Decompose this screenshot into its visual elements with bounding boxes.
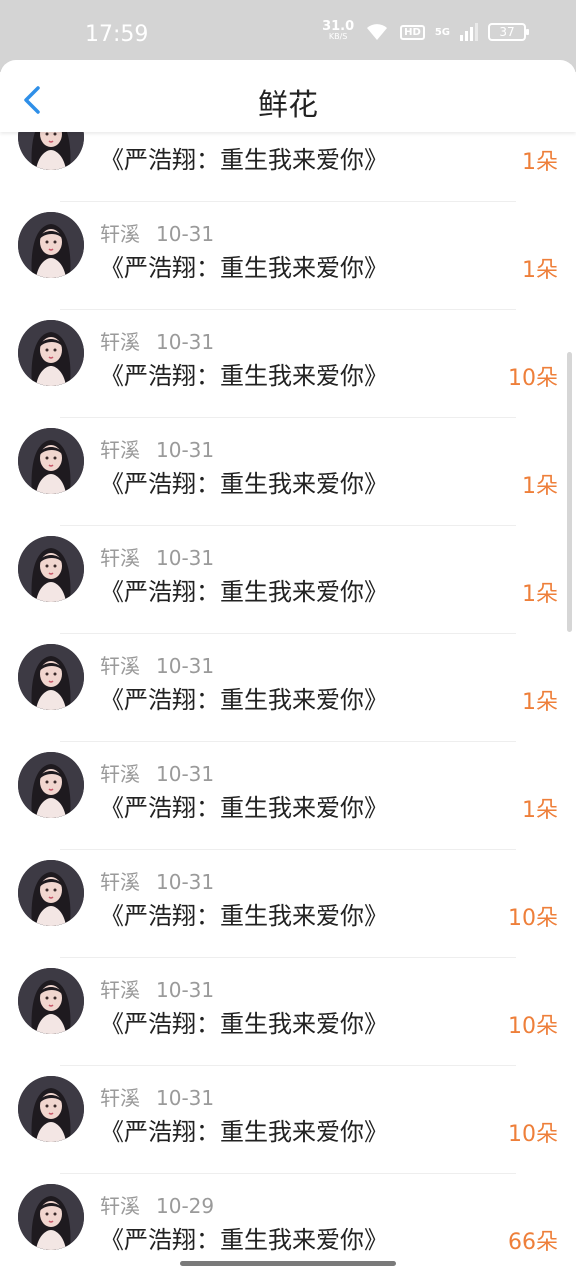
list-item[interactable]: 轩溪 10-31 《严浩翔：重生我来爱你》 1朵 — [0, 418, 576, 526]
sender-meta: 轩溪 10-31 — [100, 542, 214, 571]
flower-count: 1朵 — [522, 798, 558, 823]
avatar[interactable] — [18, 536, 84, 602]
home-indicator[interactable] — [180, 1261, 396, 1266]
sender-name: 轩溪 — [100, 438, 140, 462]
list-item[interactable]: 轩溪 10-31 《严浩翔：重生我来爱你》 1朵 — [0, 634, 576, 742]
sender-meta: 轩溪 10-31 — [100, 1082, 214, 1111]
avatar[interactable] — [18, 968, 84, 1034]
scrollbar[interactable] — [567, 352, 572, 632]
list-item[interactable]: 轩溪 10-31 《严浩翔：重生我来爱你》 10朵 — [0, 310, 576, 418]
battery-icon: 37 — [488, 23, 529, 41]
network-speed: 31.0 KB/S — [322, 19, 355, 42]
sender-name: 轩溪 — [100, 1194, 140, 1218]
list-item[interactable]: 轩溪 10-31 《严浩翔：重生我来爱你》 1朵 — [0, 742, 576, 850]
avatar[interactable] — [18, 428, 84, 494]
list-item[interactable]: 轩溪 10-31 《严浩翔：重生我来爱你》 10朵 — [0, 958, 576, 1066]
signal-bars-icon — [460, 23, 478, 41]
gift-date: 10-31 — [156, 870, 215, 894]
sender-meta: 轩溪 10-31 — [100, 434, 214, 463]
flower-count: 1朵 — [522, 690, 558, 715]
sender-name: 轩溪 — [100, 546, 140, 570]
sender-meta: 轩溪 10-31 — [100, 326, 214, 355]
flower-count: 10朵 — [508, 906, 558, 931]
network-speed-value: 31.0 — [322, 19, 355, 34]
avatar[interactable] — [18, 644, 84, 710]
avatar[interactable] — [18, 1076, 84, 1142]
gift-date: 10-31 — [156, 222, 215, 246]
header: 鲜花 — [0, 60, 576, 132]
flower-count: 1朵 — [522, 258, 558, 283]
hd-icon: HD — [400, 24, 425, 40]
network-speed-unit: KB/S — [328, 32, 348, 41]
list-item[interactable]: 轩溪 10-31 《严浩翔：重生我来爱你》 1朵 — [0, 202, 576, 310]
flower-count: 1朵 — [522, 150, 558, 175]
wifi-icon — [367, 24, 388, 40]
book-title: 《严浩翔：重生我来爱你》 — [100, 686, 388, 714]
book-title: 《严浩翔：重生我来爱你》 — [100, 902, 388, 930]
flower-count: 1朵 — [522, 474, 558, 499]
book-title: 《严浩翔：重生我来爱你》 — [100, 1010, 388, 1038]
book-title: 《严浩翔：重生我来爱你》 — [100, 1118, 388, 1146]
book-title: 《严浩翔：重生我来爱你》 — [100, 578, 388, 606]
gift-date: 10-31 — [156, 438, 215, 462]
book-title: 《严浩翔：重生我来爱你》 — [100, 254, 388, 282]
sender-name: 轩溪 — [100, 978, 140, 1002]
page-title: 鲜花 — [258, 88, 318, 123]
sender-meta: 轩溪 10-31 — [100, 218, 214, 247]
sender-meta: 轩溪 10-31 — [100, 974, 214, 1003]
gift-date: 10-31 — [156, 546, 215, 570]
list-item[interactable]: 轩溪 10-31 《严浩翔：重生我来爱你》 10朵 — [0, 1066, 576, 1174]
status-time: 17:59 — [85, 22, 149, 47]
sender-name: 轩溪 — [100, 222, 140, 246]
avatar[interactable] — [18, 320, 84, 386]
avatar[interactable] — [18, 752, 84, 818]
gift-date: 10-29 — [156, 1194, 215, 1218]
avatar[interactable] — [18, 1184, 84, 1250]
sender-name: 轩溪 — [100, 870, 140, 894]
flower-count: 10朵 — [508, 1014, 558, 1039]
flower-count: 1朵 — [522, 582, 558, 607]
book-title: 《严浩翔：重生我来爱你》 — [100, 794, 388, 822]
sender-meta: 轩溪 10-31 — [100, 758, 214, 787]
list-item[interactable]: 轩溪 10-31 《严浩翔：重生我来爱你》 10朵 — [0, 850, 576, 958]
gift-date: 10-31 — [156, 762, 215, 786]
gift-date: 10-31 — [156, 1086, 215, 1110]
book-title: 《严浩翔：重生我来爱你》 — [100, 1226, 388, 1254]
sender-meta: 轩溪 10-29 — [100, 1190, 214, 1219]
flower-count: 10朵 — [508, 366, 558, 391]
flower-count: 10朵 — [508, 1122, 558, 1147]
sender-meta: 轩溪 10-31 — [100, 866, 214, 895]
gift-date: 10-31 — [156, 654, 215, 678]
sender-name: 轩溪 — [100, 1086, 140, 1110]
gift-date: 10-31 — [156, 978, 215, 1002]
sender-meta: 轩溪 10-31 — [100, 650, 214, 679]
sender-name: 轩溪 — [100, 654, 140, 678]
book-title: 《严浩翔：重生我来爱你》 — [100, 470, 388, 498]
sender-name: 轩溪 — [100, 330, 140, 354]
gift-date: 10-31 — [156, 330, 215, 354]
book-title: 《严浩翔：重生我来爱你》 — [100, 146, 388, 174]
avatar[interactable] — [18, 860, 84, 926]
sender-name: 轩溪 — [100, 762, 140, 786]
book-title: 《严浩翔：重生我来爱你》 — [100, 362, 388, 390]
avatar[interactable] — [18, 212, 84, 278]
list-item[interactable]: 轩溪 10-31 《严浩翔：重生我来爱你》 1朵 — [0, 526, 576, 634]
flower-count: 66朵 — [508, 1230, 558, 1255]
status-icons: 31.0 KB/S HD 5G 37 — [322, 19, 529, 42]
signal-label: 5G — [434, 26, 450, 38]
